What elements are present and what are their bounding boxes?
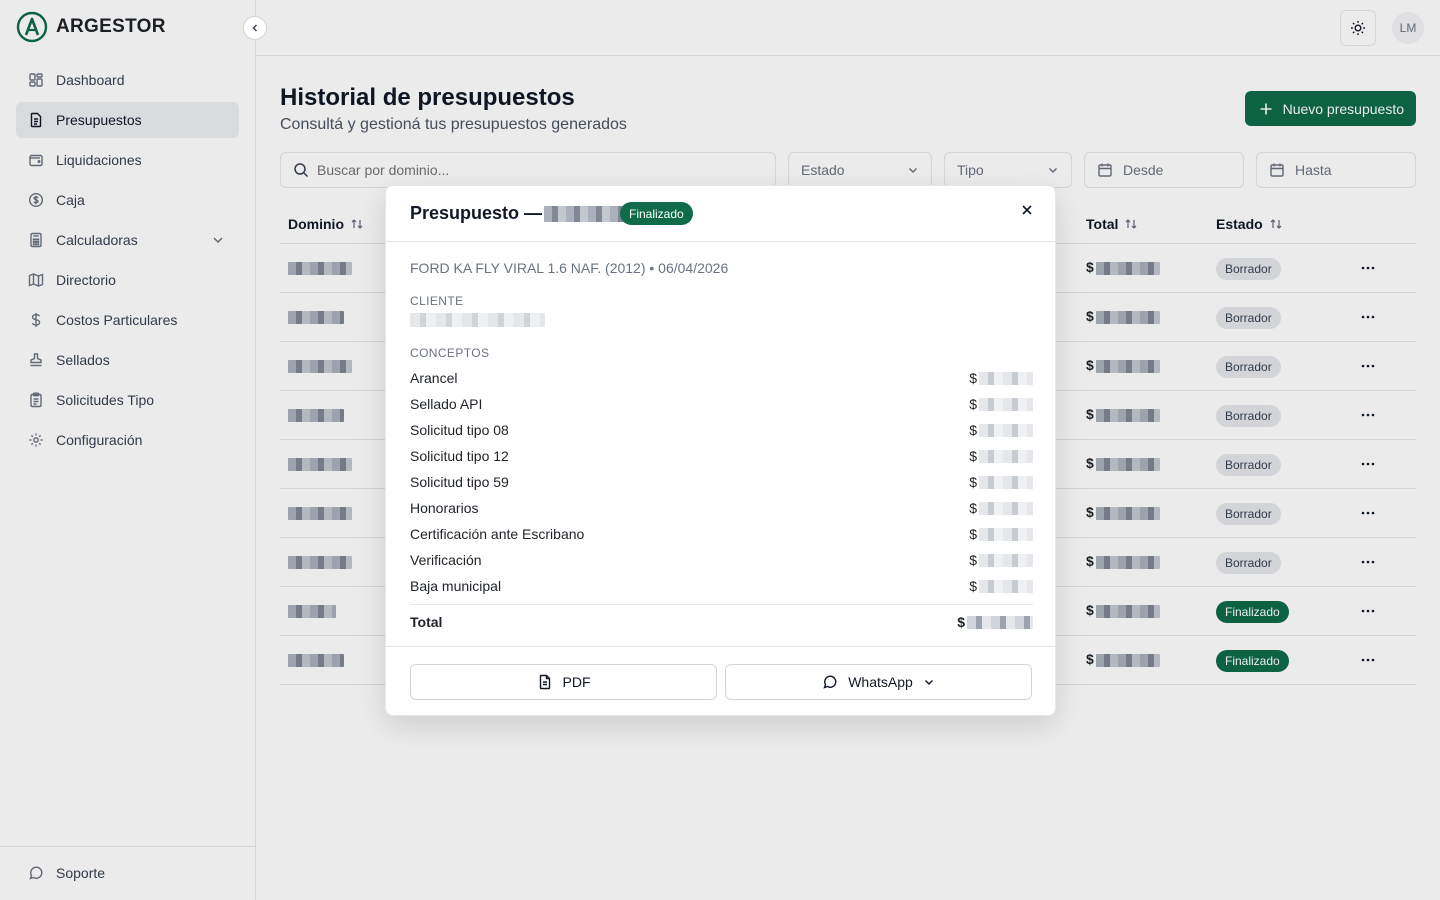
concept-name: Verificación <box>410 552 482 568</box>
redacted-client-name <box>410 313 545 327</box>
currency-symbol: $ <box>969 526 977 542</box>
total-label: Total <box>410 614 443 630</box>
currency-symbol: $ <box>969 448 977 464</box>
concept-amount: $ <box>969 370 1033 386</box>
total-row: Total $ <box>410 604 1033 648</box>
concept-amount: $ <box>969 474 1033 490</box>
budget-detail-dialog: Presupuesto — Finalizado FORD KA FLY VIR… <box>385 185 1056 716</box>
dialog-title-text: Presupuesto — <box>410 203 543 223</box>
concept-amount: $ <box>969 422 1033 438</box>
concept-row: Verificación $ <box>410 552 1033 578</box>
currency-symbol: $ <box>969 370 977 386</box>
chevron-left-icon <box>252 24 258 32</box>
concept-row: Solicitud tipo 12 $ <box>410 448 1033 474</box>
concept-amount: $ <box>969 500 1033 516</box>
currency-symbol: $ <box>969 396 977 412</box>
sidebar-collapse-button[interactable] <box>243 16 267 40</box>
concept-row: Solicitud tipo 08 $ <box>410 422 1033 448</box>
concept-amount: $ <box>969 526 1033 542</box>
redacted-domain <box>544 205 625 222</box>
concept-row: Solicitud tipo 59 $ <box>410 474 1033 500</box>
redacted-amount <box>979 371 1033 385</box>
concept-row: Baja municipal $ <box>410 578 1033 604</box>
currency-symbol: $ <box>957 614 965 630</box>
redacted-amount <box>979 449 1033 463</box>
whatsapp-button-label: WhatsApp <box>848 674 913 690</box>
close-icon <box>1022 205 1032 215</box>
concept-name: Arancel <box>410 370 458 386</box>
dialog-header: Presupuesto — Finalizado <box>386 186 1055 242</box>
client-label: CLIENTE <box>410 294 464 308</box>
concept-name: Solicitud tipo 08 <box>410 422 509 438</box>
vehicle-info: FORD KA FLY VIRAL 1.6 NAF. (2012) • 06/0… <box>410 260 729 276</box>
concept-name: Honorarios <box>410 500 479 516</box>
dialog-footer: PDF WhatsApp <box>386 646 1055 716</box>
concept-row: Sellado API $ <box>410 396 1033 422</box>
concept-name: Baja municipal <box>410 578 502 594</box>
redacted-amount <box>979 579 1033 593</box>
concept-row: Arancel $ <box>410 370 1033 396</box>
redacted-amount <box>979 423 1033 437</box>
concepts-list: Arancel $ Sellado API $ Solicitud tipo 08 $ So… <box>410 370 1033 604</box>
redacted-amount <box>979 475 1033 489</box>
redacted-amount <box>979 397 1033 411</box>
concept-name: Solicitud tipo 59 <box>410 474 509 490</box>
currency-symbol: $ <box>969 474 977 490</box>
concept-amount: $ <box>969 448 1033 464</box>
concepts-label: CONCEPTOS <box>410 346 490 360</box>
redacted-amount <box>967 615 1033 629</box>
redacted-amount <box>979 501 1033 515</box>
chevron-down-icon <box>924 680 933 685</box>
currency-symbol: $ <box>969 578 977 594</box>
whatsapp-button[interactable]: WhatsApp <box>725 664 1032 700</box>
chat-bubble-icon <box>823 675 837 689</box>
status-badge: Finalizado <box>620 202 693 225</box>
concept-row: Certificación ante Escribano $ <box>410 526 1033 552</box>
file-text-icon <box>539 674 550 690</box>
concept-amount: $ <box>969 396 1033 412</box>
concept-name: Sellado API <box>410 396 483 412</box>
concept-name: Solicitud tipo 12 <box>410 448 509 464</box>
dialog-title: Presupuesto — <box>410 203 625 224</box>
currency-symbol: $ <box>969 422 977 438</box>
close-button[interactable] <box>1015 198 1039 222</box>
concept-amount: $ <box>969 578 1033 594</box>
concept-name: Certificación ante Escribano <box>410 526 585 542</box>
currency-symbol: $ <box>969 552 977 568</box>
pdf-button-label: PDF <box>562 674 591 690</box>
concept-amount: $ <box>969 552 1033 568</box>
concept-row: Honorarios $ <box>410 500 1033 526</box>
pdf-button[interactable]: PDF <box>410 664 717 700</box>
redacted-amount <box>979 527 1033 541</box>
redacted-amount <box>979 553 1033 567</box>
currency-symbol: $ <box>969 500 977 516</box>
total-value: $ <box>957 614 1033 630</box>
